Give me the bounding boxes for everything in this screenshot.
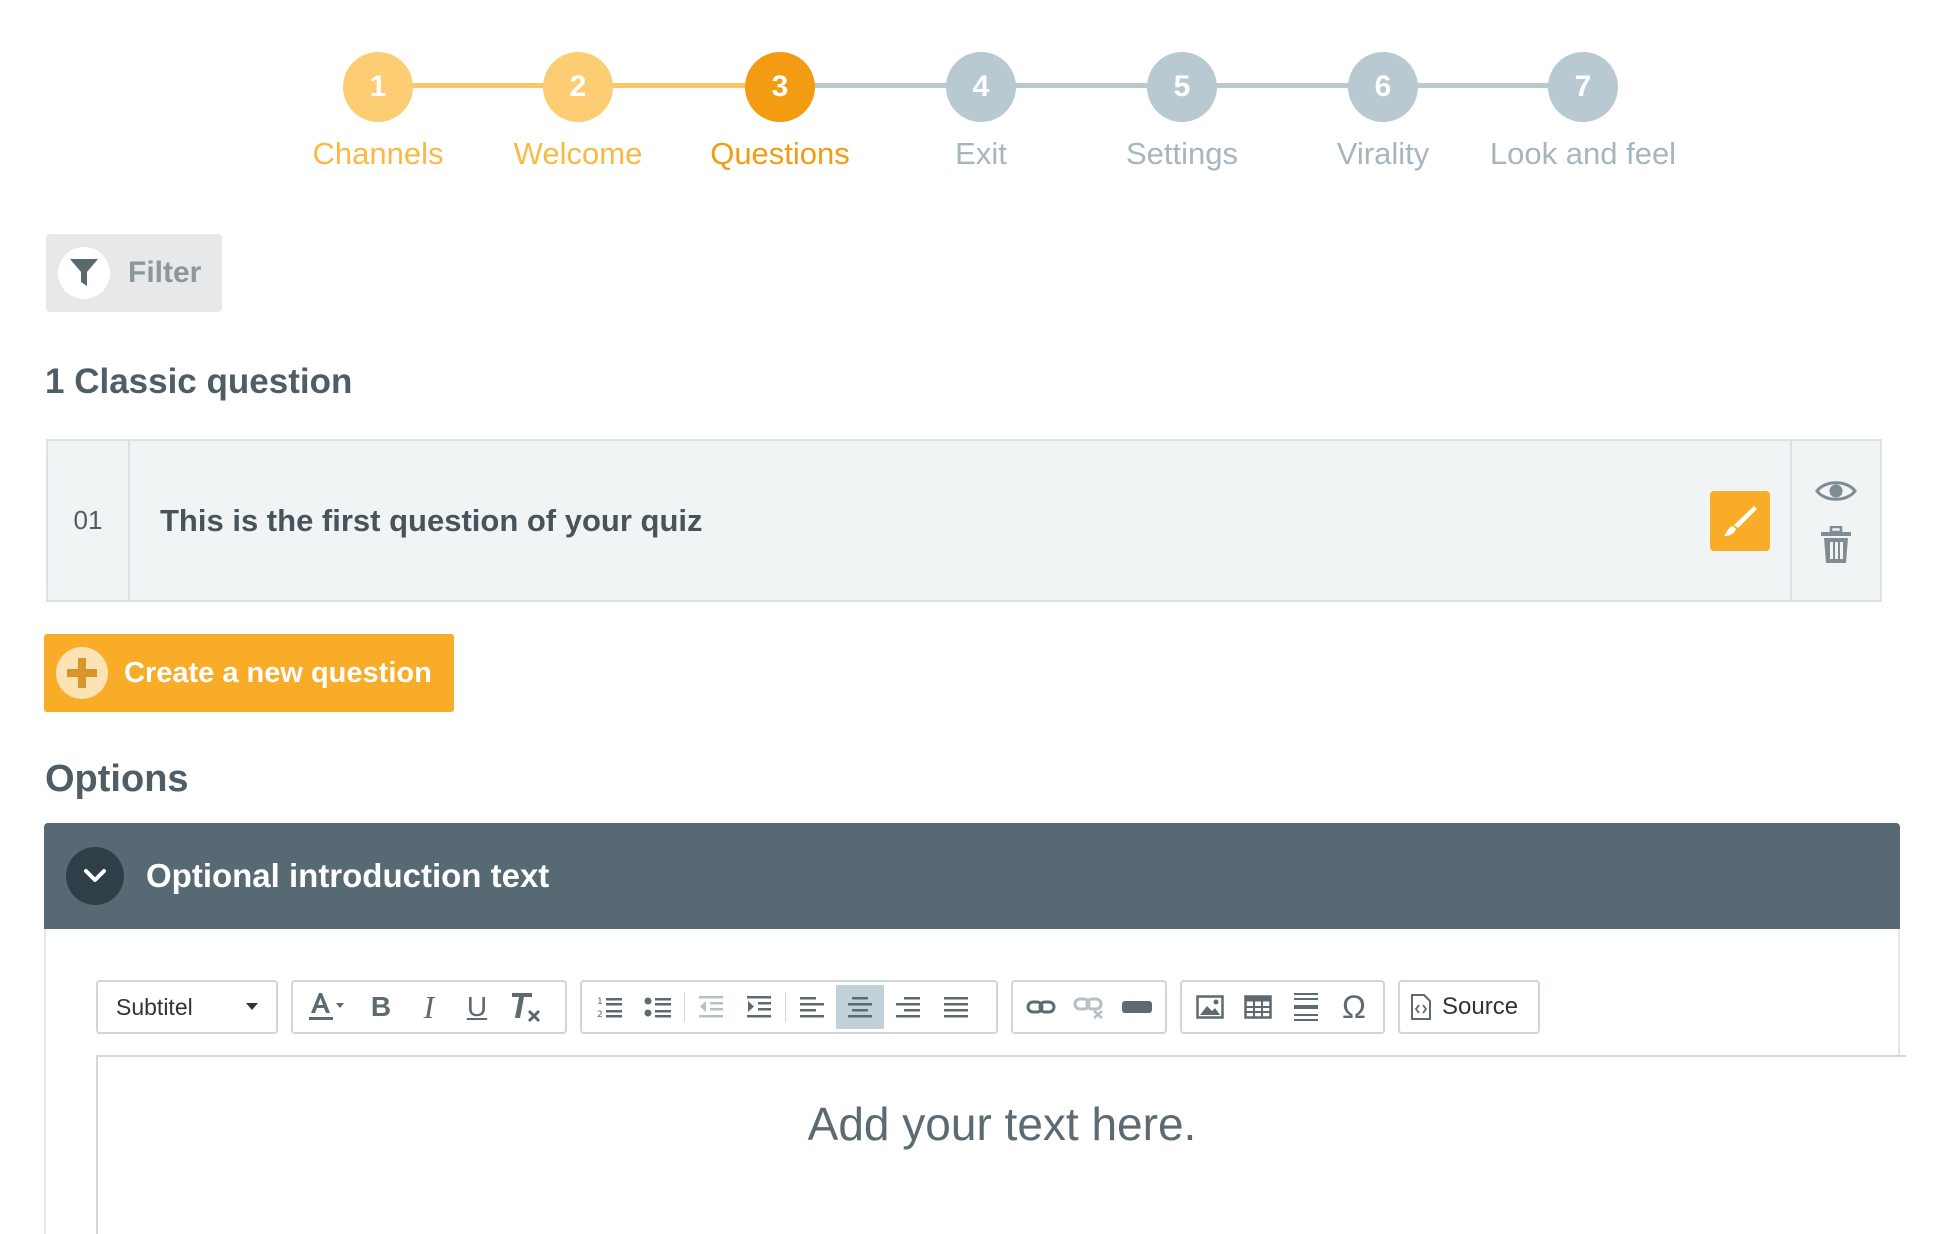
align-center-icon: [848, 997, 872, 1018]
step-label: Exit: [955, 136, 1007, 171]
step-settings[interactable]: 5 Settings: [1072, 52, 1292, 172]
text-style-toolbar: B I U: [291, 980, 567, 1034]
indent-button[interactable]: [735, 985, 783, 1029]
brush-icon: [1724, 505, 1757, 536]
anchor-button[interactable]: [1113, 985, 1161, 1029]
chevron-down-icon[interactable]: [66, 847, 124, 905]
toolbar-separator: [684, 992, 685, 1022]
remove-format-button[interactable]: [501, 985, 549, 1029]
numbered-list-button[interactable]: 1 2: [586, 985, 634, 1029]
svg-text:2: 2: [597, 1010, 603, 1020]
special-character-button[interactable]: Ω: [1330, 985, 1378, 1029]
question-actions: [1790, 441, 1880, 600]
link-toolbar: [1011, 980, 1167, 1034]
question-row[interactable]: 01 This is the first question of your qu…: [46, 439, 1882, 602]
step-label: Questions: [710, 136, 850, 171]
caret-down-icon: [246, 1003, 258, 1010]
svg-text:1: 1: [597, 997, 603, 1007]
question-number: 01: [48, 441, 130, 600]
step-number: 4: [946, 52, 1016, 122]
step-questions[interactable]: 3 Questions: [670, 52, 890, 172]
step-channels[interactable]: 1 Channels: [268, 52, 488, 172]
outdent-button[interactable]: [687, 985, 735, 1029]
editor-placeholder: Add your text here.: [807, 1098, 1197, 1150]
justify-icon: [944, 997, 968, 1018]
create-question-label: Create a new question: [124, 656, 432, 689]
eye-icon[interactable]: [1815, 478, 1857, 504]
step-number: 3: [745, 52, 815, 122]
source-toolbar: Source: [1398, 980, 1540, 1034]
insert-toolbar: Ω: [1180, 980, 1385, 1034]
step-label: Look and feel: [1489, 136, 1677, 171]
step-number: 6: [1348, 52, 1418, 122]
numbered-list-icon: 1 2: [597, 997, 622, 1020]
horizontal-rule-icon: [1294, 993, 1318, 1021]
options-heading: Options: [45, 758, 189, 800]
wizard-stepper: 1 Channels 2 Welcome 3 Questions 4 Exit …: [0, 0, 1950, 190]
format-select-value: Subtitel: [116, 993, 193, 1020]
source-icon: [1411, 994, 1431, 1020]
unlink-icon: [1073, 997, 1103, 1019]
align-right-icon: [896, 997, 920, 1018]
intro-text-panel-header[interactable]: Optional introduction text: [44, 823, 1900, 929]
indent-icon: [747, 996, 771, 1018]
filter-button[interactable]: Filter: [46, 234, 222, 312]
outdent-icon: [699, 996, 723, 1018]
align-center-button[interactable]: [836, 985, 884, 1029]
step-exit[interactable]: 4 Exit: [871, 52, 1091, 172]
bullet-list-icon: [644, 997, 671, 1018]
intro-text-editor[interactable]: Add your text here.: [96, 1055, 1906, 1234]
anchor-icon: [1122, 1001, 1152, 1013]
source-button[interactable]: Source: [1442, 993, 1518, 1021]
step-label: Virality: [1336, 136, 1430, 171]
panel-title: Optional introduction text: [146, 857, 550, 894]
image-button[interactable]: [1186, 985, 1234, 1029]
image-icon: [1196, 995, 1224, 1019]
step-look-and-feel[interactable]: 7 Look and feel: [1473, 52, 1693, 172]
step-label: Welcome: [513, 136, 643, 171]
link-button[interactable]: [1017, 985, 1065, 1029]
create-question-button[interactable]: Create a new question: [44, 634, 454, 712]
step-label: Channels: [312, 136, 444, 171]
text-color-button[interactable]: [297, 985, 357, 1029]
funnel-icon: [58, 247, 110, 299]
step-number: 2: [543, 52, 613, 122]
justify-button[interactable]: [932, 985, 980, 1029]
toolbar-separator: [785, 992, 786, 1022]
plus-icon: [56, 647, 108, 699]
step-welcome[interactable]: 2 Welcome: [468, 52, 688, 172]
align-left-icon: [800, 997, 824, 1018]
step-number: 7: [1548, 52, 1618, 122]
filter-label: Filter: [128, 256, 202, 289]
bold-button[interactable]: B: [357, 985, 405, 1029]
horizontal-rule-button[interactable]: [1282, 985, 1330, 1029]
edit-question-button[interactable]: [1710, 490, 1770, 551]
table-button[interactable]: [1234, 985, 1282, 1029]
italic-button[interactable]: I: [405, 985, 453, 1029]
clear-format-icon: [512, 993, 541, 1023]
underline-button[interactable]: U: [453, 985, 501, 1029]
step-label: Settings: [1125, 136, 1238, 171]
align-right-button[interactable]: [884, 985, 932, 1029]
step-virality[interactable]: 6 Virality: [1273, 52, 1493, 172]
trash-icon[interactable]: [1820, 525, 1852, 564]
paragraph-toolbar: 1 2: [580, 980, 998, 1034]
step-number: 1: [343, 52, 413, 122]
step-number: 5: [1147, 52, 1217, 122]
unlink-button[interactable]: [1065, 985, 1113, 1029]
link-icon: [1026, 1000, 1056, 1014]
question-text: This is the first question of your quiz: [160, 502, 703, 538]
bullet-list-button[interactable]: [634, 985, 682, 1029]
questions-heading: 1 Classic question: [45, 362, 353, 401]
align-left-button[interactable]: [788, 985, 836, 1029]
text-color-icon: [309, 993, 344, 1020]
format-select[interactable]: Subtitel: [96, 980, 278, 1034]
table-icon: [1244, 995, 1272, 1019]
